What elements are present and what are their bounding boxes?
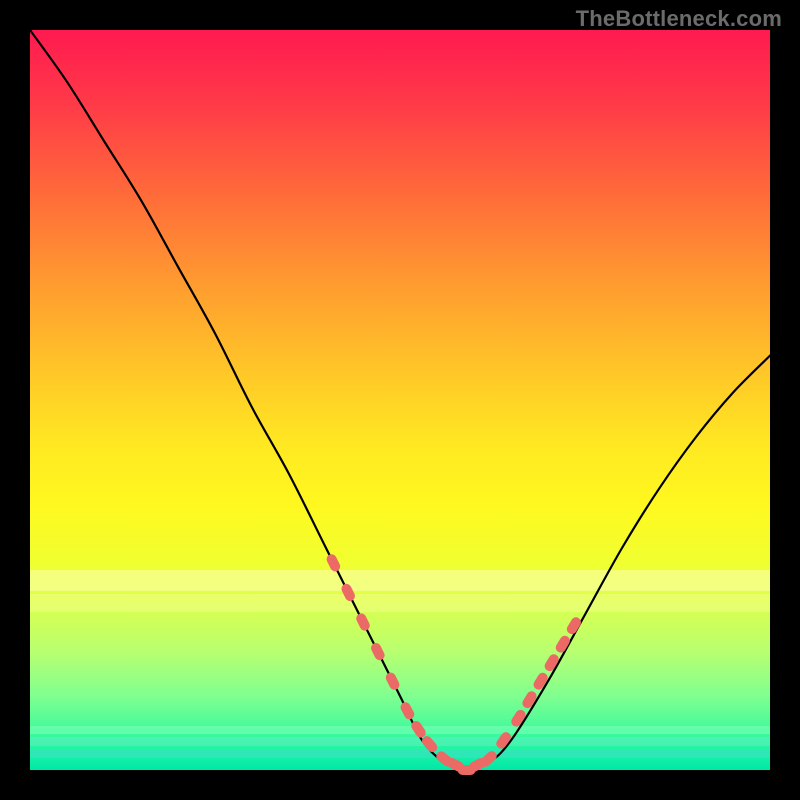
curve-layer bbox=[30, 30, 770, 770]
curve-marker bbox=[340, 582, 357, 603]
marker-group bbox=[325, 553, 583, 775]
plot-area bbox=[30, 30, 770, 770]
curve-marker bbox=[399, 701, 416, 722]
curve-marker bbox=[369, 641, 386, 662]
curve-marker bbox=[325, 553, 342, 574]
chart-frame: TheBottleneck.com bbox=[0, 0, 800, 800]
curve-marker bbox=[565, 615, 583, 636]
watermark-text: TheBottleneck.com bbox=[576, 6, 782, 32]
bottleneck-curve bbox=[30, 30, 770, 770]
curve-marker bbox=[355, 612, 372, 633]
curve-marker bbox=[384, 671, 401, 692]
